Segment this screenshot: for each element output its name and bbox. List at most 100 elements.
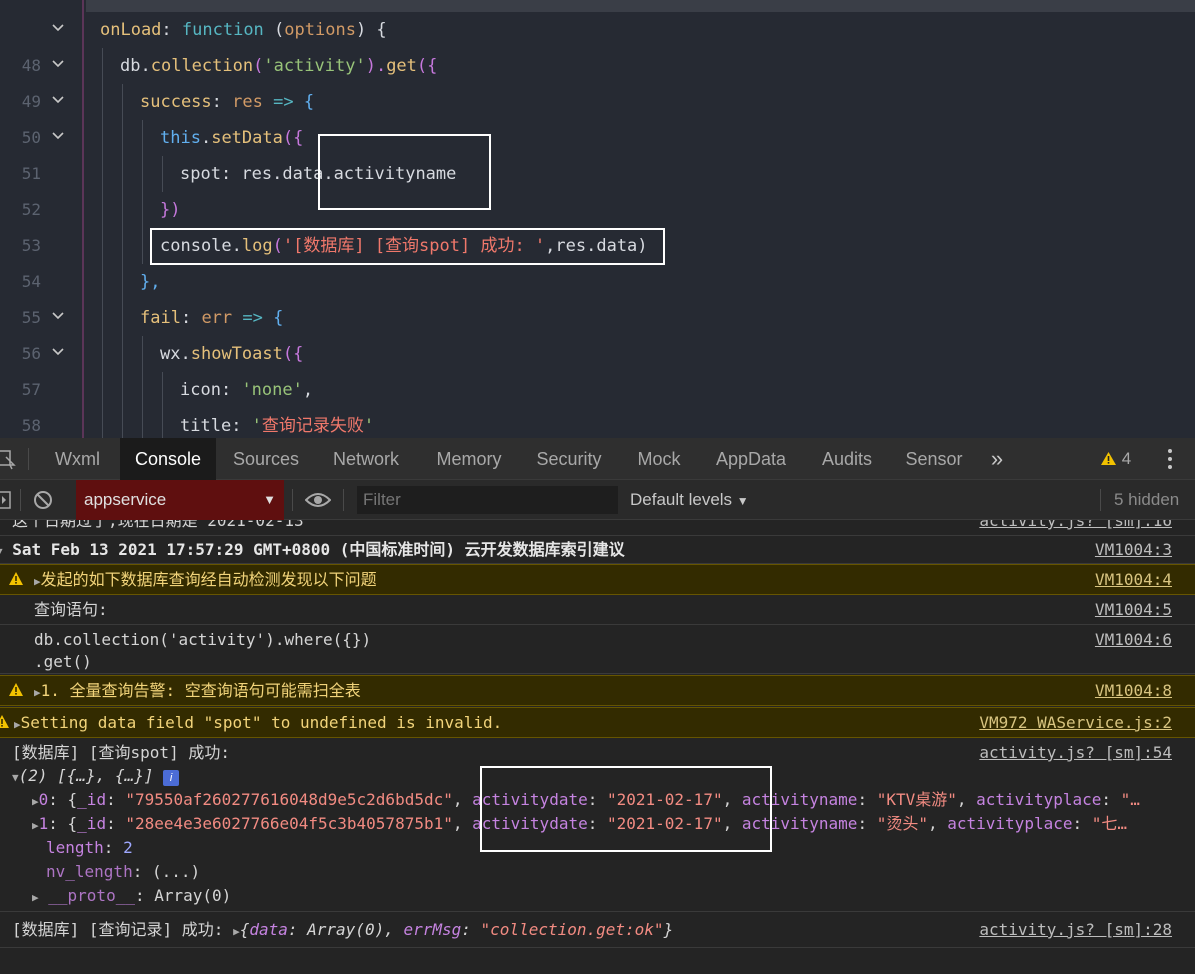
console-warning: ▶1. 全量查询告警: 空查询语句可能需扫全表 VM1004:8 [0,675,1195,706]
collapse-triangle-icon: ▼ [0,545,3,558]
message-text: ▶1. 全量查询告警: 空查询语句可能需扫全表 [34,681,361,700]
log-levels-label: Default levels [630,490,733,509]
log-levels-dropdown[interactable]: Default levels ▼ [630,480,749,520]
code-line-50[interactable]: 50 success: res => { [0,84,1195,147]
source-link[interactable]: activity.js? [sm]:54 [979,742,1172,764]
tab-network[interactable]: Network [318,438,414,480]
element-picker-icon[interactable] [0,448,16,470]
console-message: db.collection('activity').where({}) .get… [0,625,1195,674]
fold-chevron-icon[interactable] [52,94,64,106]
expand-triangle-icon: ▶ [32,819,39,832]
console-message: [数据库] [查询spot] 成功: activity.js? [sm]:54 … [0,738,1195,912]
console-message: [数据库] [查询记录] 成功: ▶{data: Array(0), errMs… [0,912,1195,948]
console-message: 查询语句: VM1004:5 [0,595,1195,625]
code-line-55[interactable]: 55 }, [0,264,1195,327]
code-text: fail: err => { [140,308,284,328]
array-item-0[interactable]: ▶0: {_id: "79550af260277616048d9e5c2d6bd… [32,789,1140,813]
array-nv-length[interactable]: nv_length: (...) [46,861,200,883]
message-text: [数据库] [查询spot] 成功: [12,743,230,762]
message-text: 查询语句: [34,600,108,619]
code-line-57[interactable]: 57 wx.showToast({ [0,336,1195,399]
message-text: ▶Setting data field "spot" to undefined … [14,713,503,732]
code-line-49[interactable]: 49 db.collection('activity').get({ [0,48,1195,111]
code-line-54[interactable]: 54 console.log('[数据库] [查询spot] 成功: ',res… [0,228,1195,291]
fold-chevron-icon[interactable] [52,346,64,358]
fold-chevron-icon[interactable] [52,58,64,70]
message-text: .get() [34,652,92,671]
code-text: db.collection('activity').get({ [120,56,438,76]
devtools-tabbar: Wxml Console Sources Network Memory Secu… [0,438,1195,480]
source-link[interactable]: activity.js? [sm]:16 [979,520,1172,532]
code-text: }, [140,272,161,292]
warning-icon [0,714,10,730]
console-message: ▼ Sat Feb 13 2021 17:57:29 GMT+0800 (中国标… [0,536,1195,564]
code-line-52[interactable]: 52 spot: res.data.activityname [0,156,1195,219]
code-text: console.log('[数据库] [查询spot] 成功: ',res.da… [160,236,648,256]
message-text: ▼ Sat Feb 13 2021 17:57:29 GMT+0800 (中国标… [0,539,625,563]
tab-memory[interactable]: Memory [424,438,514,480]
code-line-56[interactable]: 56 fail: err => { [0,300,1195,363]
code-text: icon: 'none', [180,380,314,400]
console-message: 这个日期过了,现在日期是 2021-02-13 activity.js? [sm… [0,520,1195,536]
live-expression-eye-icon[interactable] [304,491,332,514]
array-proto[interactable]: ▶ __proto__: Array(0) [32,885,231,909]
source-link[interactable]: VM1004:8 [1095,680,1172,702]
warning-counter[interactable]: 4 [1100,438,1131,480]
source-link[interactable]: VM1004:3 [1095,539,1172,561]
tab-sensor[interactable]: Sensor [896,438,972,480]
source-link[interactable]: VM1004:6 [1095,629,1172,651]
console-warning: ▶发起的如下数据库查询经自动检测发现以下问题 VM1004:4 [0,564,1195,595]
more-tabs-icon[interactable]: » [982,438,1012,480]
filter-input[interactable] [357,486,618,514]
source-link[interactable]: VM1004:5 [1095,599,1172,621]
hidden-messages-count: 5 hidden [1114,490,1180,509]
collapse-triangle-icon: ▼ [12,771,19,784]
console-toolbar: appservice ▼ Default levels ▼ 5 hidden [0,480,1195,520]
tab-console[interactable]: Console [120,438,216,480]
clear-console-icon[interactable] [32,489,54,516]
message-text: ▶发起的如下数据库查询经自动检测发现以下问题 [34,570,377,589]
warning-icon [8,571,24,587]
console-output[interactable]: 这个日期过了,现在日期是 2021-02-13 activity.js? [sm… [0,520,1195,974]
tab-sources[interactable]: Sources [222,438,310,480]
warning-count: 4 [1121,449,1132,468]
editor-previous-line [86,0,1195,12]
code-text: success: res => { [140,92,315,112]
fold-chevron-icon[interactable] [52,310,64,322]
context-value: appservice [84,490,167,509]
expand-triangle-icon: ▶ [34,575,41,588]
source-link[interactable]: activity.js? [sm]:28 [979,919,1172,941]
array-item-1[interactable]: ▶1: {_id: "28ee4e3e6027766e04f5c3b405787… [32,813,1127,837]
dropdown-caret-icon: ▼ [263,492,276,507]
info-icon: i [163,770,180,786]
code-line-51[interactable]: 51 this.setData({ [0,120,1195,183]
tab-mock[interactable]: Mock [624,438,694,480]
tab-audits[interactable]: Audits [808,438,886,480]
code-line-59[interactable]: 59 title: '查询记录失败' [0,408,1195,438]
context-select[interactable]: appservice ▼ [76,480,284,520]
code-editor[interactable]: 48 onLoad: function (options) { 49 db.co… [0,0,1195,438]
code-text: this.setData({ [160,128,304,148]
message-text: db.collection('activity').where({}) [34,630,372,649]
source-link[interactable]: VM1004:4 [1095,569,1172,591]
code-text: onLoad: function (options) { [100,20,387,40]
array-length: length: 2 [46,838,133,857]
code-line-58[interactable]: 58 icon: 'none', [0,372,1195,435]
expand-triangle-icon: ▶ [14,718,21,731]
expand-triangle-icon: ▶ [34,686,41,699]
tab-appdata[interactable]: AppData [704,438,798,480]
code-line-48[interactable]: 48 onLoad: function (options) { [0,12,1195,75]
fold-chevron-icon[interactable] [52,130,64,142]
code-text: }) [160,200,181,220]
message-text: [数据库] [查询记录] 成功: ▶{data: Array(0), errMs… [12,920,674,939]
chevron-down-icon: ▼ [736,494,749,508]
fold-chevron-icon[interactable] [52,22,64,34]
tab-security[interactable]: Security [524,438,614,480]
source-link[interactable]: VM972 WAService.js:2 [979,712,1172,734]
code-line-53[interactable]: 53 }) [0,192,1195,255]
tab-wxml[interactable]: Wxml [40,438,115,480]
message-text: 这个日期过了,现在日期是 2021-02-13 [12,520,304,530]
more-options-icon[interactable] [1160,438,1180,480]
sidebar-toggle-icon[interactable] [0,490,12,515]
array-summary[interactable]: ▼(2) [{…}, {…}] i [12,765,180,789]
